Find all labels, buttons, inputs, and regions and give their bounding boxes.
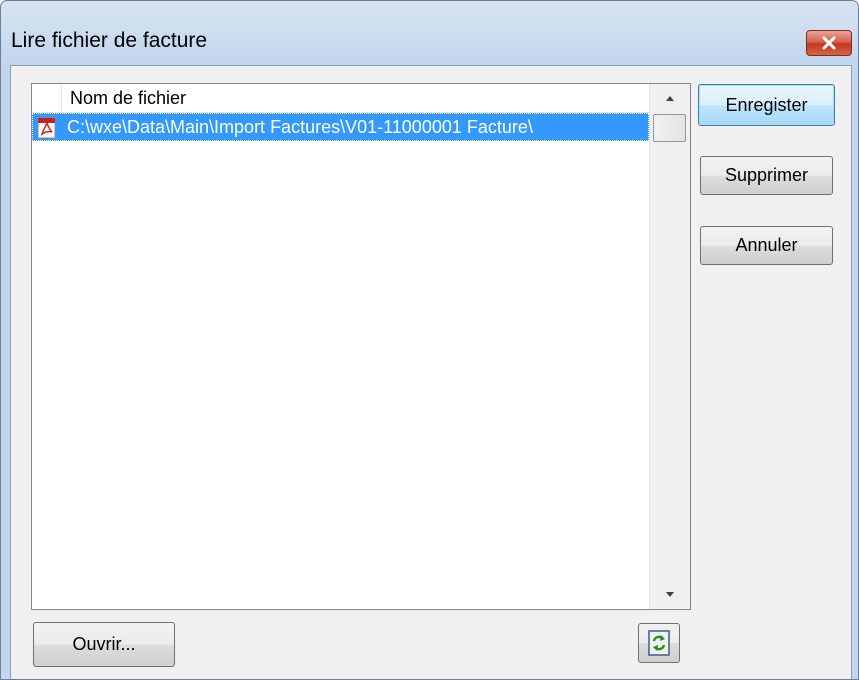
list-item[interactable]: C:\wxe\Data\Main\Import Factures\V01-110… (32, 113, 649, 141)
scroll-down-arrow-icon (666, 592, 674, 597)
pdf-file-icon (37, 117, 56, 139)
file-path: C:\wxe\Data\Main\Import Factures\V01-110… (67, 117, 533, 137)
refresh-icon (648, 630, 670, 656)
delete-button[interactable]: Supprimer (700, 156, 833, 195)
close-button[interactable] (806, 30, 852, 56)
save-button[interactable]: Enregister (698, 84, 835, 126)
close-x-icon (822, 36, 836, 50)
column-header-filename[interactable]: Nom de fichier (70, 88, 186, 109)
refresh-button[interactable] (638, 623, 680, 663)
vertical-scrollbar[interactable] (649, 84, 690, 609)
header-separator (61, 84, 62, 113)
scroll-up-arrow-icon (666, 96, 674, 101)
dialog-body: Nom de fichier C:\wxe\Data\Main\Import F… (10, 65, 852, 679)
dialog-window: Lire fichier de facture Nom de fichier C… (0, 0, 859, 680)
file-list[interactable]: Nom de fichier C:\wxe\Data\Main\Import F… (31, 83, 691, 610)
scroll-down-button[interactable] (650, 581, 690, 609)
open-button[interactable]: Ouvrir... (33, 622, 175, 667)
cancel-button[interactable]: Annuler (700, 226, 833, 265)
list-header: Nom de fichier (32, 84, 649, 113)
window-title: Lire fichier de facture (11, 29, 208, 52)
scroll-up-button[interactable] (650, 84, 690, 112)
title-bar[interactable]: Lire fichier de facture (1, 1, 858, 63)
scroll-thumb[interactable] (653, 114, 686, 142)
